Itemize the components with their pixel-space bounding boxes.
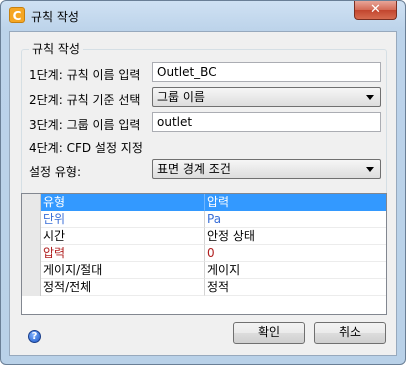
chevron-down-icon: [366, 167, 374, 172]
step1-label: 1단계: 규칙 이름 입력: [29, 68, 141, 82]
property-name: 시간: [41, 228, 205, 245]
setting-type-value: 표면 경계 조건: [157, 162, 231, 176]
property-value[interactable]: 압력: [205, 194, 386, 211]
row-header: [22, 279, 41, 296]
property-value[interactable]: 안정 상태: [205, 228, 386, 245]
rule-name-input[interactable]: Outlet_BC: [152, 62, 381, 82]
property-value[interactable]: 게이지: [205, 262, 386, 279]
grid-row-unit[interactable]: 단위 Pa: [22, 211, 386, 228]
property-name: 단위: [41, 211, 205, 228]
row-header: [22, 245, 41, 262]
grid-row-gauge-absolute[interactable]: 게이지/절대 게이지: [22, 262, 386, 279]
title-bar[interactable]: C 규칙 작성 ✕: [1, 1, 405, 31]
row-header: [22, 211, 41, 228]
group-name-input[interactable]: outlet: [152, 112, 381, 132]
property-name: 압력: [41, 245, 205, 262]
row-header: [22, 194, 41, 211]
property-value[interactable]: Pa: [205, 211, 386, 228]
grid-row-pressure[interactable]: 압력 0: [22, 245, 386, 262]
property-value[interactable]: 정적: [205, 279, 386, 296]
app-logo-icon: C: [9, 7, 25, 23]
row-header: [22, 228, 41, 245]
property-name: 정적/전체: [41, 279, 205, 296]
property-name: 게이지/절대: [41, 262, 205, 279]
property-name: 유형: [41, 194, 205, 211]
help-icon[interactable]: ?: [28, 330, 41, 343]
property-value[interactable]: 0: [205, 245, 386, 262]
grid-row-time[interactable]: 시간 안정 상태: [22, 228, 386, 245]
property-grid: 유형 압력 단위 Pa 시간 안정 상태 압력 0 게이지/절대 게이지 정적/…: [21, 193, 387, 315]
close-button[interactable]: ✕: [354, 1, 397, 20]
step4-label: 4단계: CFD 설정 지정: [29, 141, 143, 155]
setting-type-dropdown[interactable]: 표면 경계 조건: [152, 159, 381, 179]
rule-criteria-dropdown[interactable]: 그룹 이름: [152, 87, 381, 107]
dialog-client-area: 규칙 작성 1단계: 규칙 이름 입력 Outlet_BC 2단계: 규칙 기준…: [9, 31, 397, 356]
setting-type-label: 설정 유형:: [29, 165, 82, 179]
chevron-down-icon: [366, 95, 374, 100]
step2-label: 2단계: 규칙 기준 선택: [29, 93, 141, 107]
rule-dialog-window: C 규칙 작성 ✕ 규칙 작성 1단계: 규칙 이름 입력 Outlet_BC …: [0, 0, 406, 365]
grid-row-static-total[interactable]: 정적/전체 정적: [22, 279, 386, 296]
rule-criteria-value: 그룹 이름: [157, 90, 205, 104]
window-title: 규칙 작성: [31, 10, 79, 24]
row-header: [22, 262, 41, 279]
step3-label: 3단계: 그룹 이름 입력: [29, 118, 141, 132]
ok-button[interactable]: 확인: [233, 322, 305, 344]
grid-row-type[interactable]: 유형 압력: [22, 194, 386, 211]
cancel-button[interactable]: 취소: [314, 322, 386, 344]
group-title: 규칙 작성: [29, 40, 83, 57]
